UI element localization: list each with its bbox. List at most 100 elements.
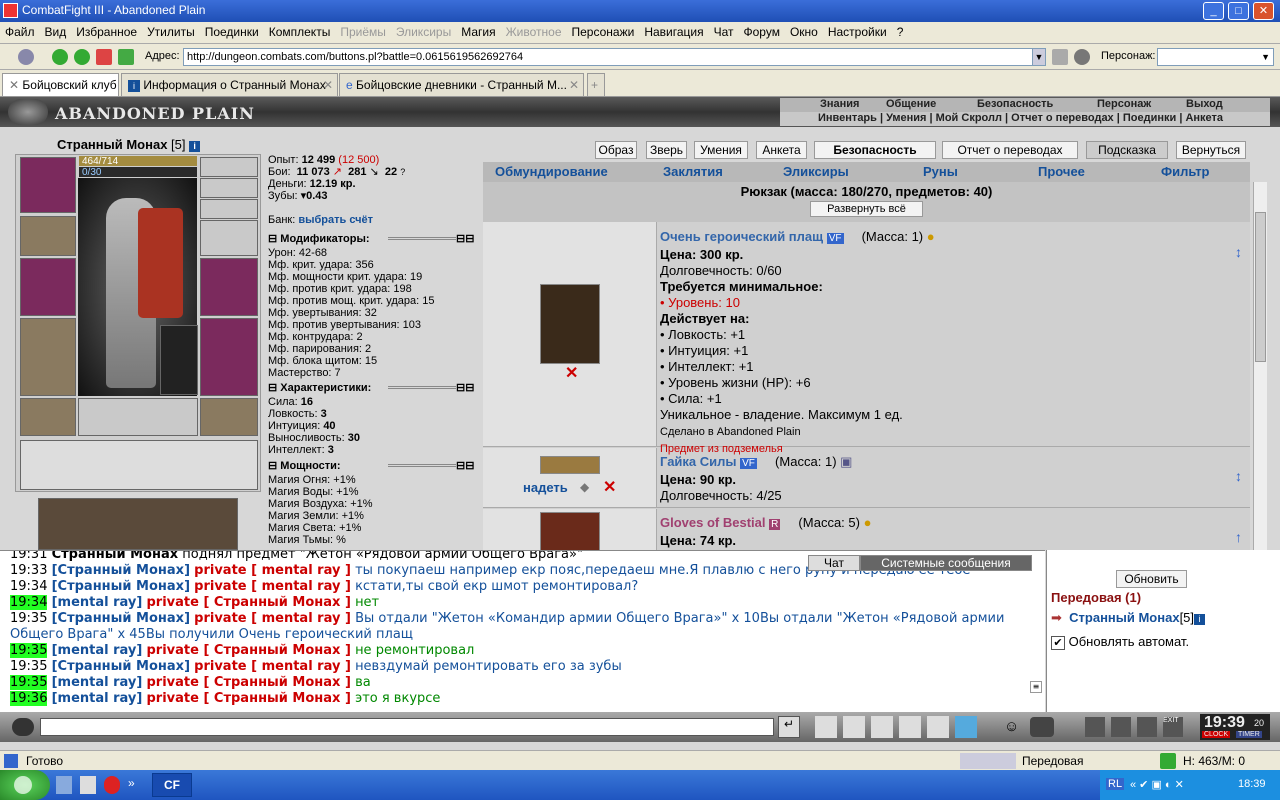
people-icon[interactable] <box>1111 717 1131 737</box>
maximize-button[interactable]: □ <box>1228 2 1249 20</box>
tab-spells[interactable]: Заклятия <box>663 164 723 179</box>
send-icon[interactable]: ↵ <box>778 716 800 738</box>
online-user-name[interactable]: Странный Монах <box>1069 610 1179 625</box>
collapse-icon[interactable]: ⊟ <box>268 382 277 394</box>
auto-refresh-checkbox[interactable]: ✔ <box>1051 636 1065 650</box>
scroll-arrows-icon[interactable]: ↕ <box>1235 468 1242 484</box>
slot-earrings[interactable] <box>20 157 76 213</box>
menu-item[interactable]: Вид <box>40 22 72 42</box>
scroll-arrows-icon[interactable]: ↕ <box>1235 244 1242 260</box>
chat-author[interactable]: [Странный Монах] <box>52 611 190 626</box>
pet-owl[interactable] <box>160 325 198 395</box>
spell-scrolls[interactable] <box>20 440 258 490</box>
chat-private-target[interactable]: private [ mental ray ] <box>194 579 351 594</box>
section-arrows-icon[interactable]: ⊟⊟ <box>456 381 474 394</box>
slot-amulet[interactable] <box>20 216 76 256</box>
translit-icon[interactable] <box>927 716 949 738</box>
item-name[interactable]: Gloves of Bestial <box>660 515 765 530</box>
chat-private-target[interactable]: private [ mental ray ] <box>194 563 351 578</box>
menu-item[interactable]: Форум <box>739 22 785 42</box>
security-button[interactable]: Безопасность <box>814 141 936 159</box>
modifiers-header[interactable]: ⊟ Модификаторы: ⊟⊟ <box>268 232 478 245</box>
slot-shield[interactable] <box>200 258 258 316</box>
drop-icon[interactable]: ✕ <box>565 363 578 383</box>
tab-close-icon[interactable]: ✕ <box>569 78 579 92</box>
chat-author[interactable]: [mental ray] <box>52 595 143 610</box>
bank-select-link[interactable]: выбрать счёт <box>298 214 373 226</box>
clear-icon[interactable] <box>1052 49 1068 65</box>
exit-icon[interactable]: EXIT <box>1163 717 1183 737</box>
tab-other[interactable]: Прочее <box>1038 164 1085 179</box>
transfer-report-button[interactable]: Отчет о переводах <box>942 141 1078 159</box>
menu-item[interactable]: Окно <box>785 22 823 42</box>
collapse-icon[interactable]: ⊟ <box>268 233 277 245</box>
chat-input[interactable] <box>40 718 774 736</box>
section-arrows-icon[interactable]: ⊟⊟ <box>456 459 474 472</box>
belt-image[interactable] <box>540 456 600 474</box>
ie-icon[interactable] <box>56 776 72 794</box>
lock-icon[interactable] <box>1137 717 1157 737</box>
menu-item[interactable]: Утилиты <box>142 22 200 42</box>
slot-gloves[interactable] <box>200 220 258 256</box>
beast-button[interactable]: Зверь <box>646 141 687 159</box>
tab-equipment[interactable]: Обмундирование <box>495 164 608 179</box>
abilities-panel[interactable] <box>38 498 238 550</box>
chat-private-target[interactable]: private [ Странный Монах ] <box>146 643 350 658</box>
tray-icons[interactable]: « ✔ ▣ ◐ ✕ <box>1130 778 1184 791</box>
slot-belt[interactable] <box>20 398 76 436</box>
new-tab-button[interactable]: + <box>587 73 605 96</box>
minimize-button[interactable]: _ <box>1203 2 1224 20</box>
image-button[interactable]: Образ <box>595 141 637 159</box>
slot-runes[interactable] <box>78 398 198 436</box>
save-icon[interactable] <box>871 716 893 738</box>
expand-all-button[interactable]: Развернуть всё <box>810 201 923 217</box>
chat-author[interactable]: [Странный Монах] <box>52 563 190 578</box>
profile-button[interactable]: Анкета <box>756 141 807 159</box>
tab-close-icon[interactable]: ✕ <box>323 78 333 92</box>
private-arrow-icon[interactable]: ➡ <box>1051 610 1062 625</box>
menu-item[interactable]: Поединки <box>200 22 264 42</box>
chat-private-target[interactable]: private [ Странный Монах ] <box>146 675 350 690</box>
gloves-image[interactable] <box>540 512 600 550</box>
back-icon[interactable] <box>52 49 68 65</box>
stop-icon[interactable] <box>96 49 112 65</box>
filter-icon[interactable] <box>843 716 865 738</box>
drop-icon[interactable]: ✕ <box>603 477 616 497</box>
menu-item[interactable]: Приёмы <box>335 22 391 42</box>
chat-author[interactable]: [mental ray] <box>52 675 143 690</box>
forward-icon[interactable] <box>74 49 90 65</box>
slot-armor[interactable] <box>20 318 76 396</box>
refresh-icon[interactable] <box>1160 753 1176 769</box>
slot-leggings[interactable] <box>200 318 258 396</box>
info-icon[interactable]: i <box>1194 614 1206 625</box>
taskbar-app-button[interactable]: CF <box>152 773 192 797</box>
nav-knowledge[interactable]: Знания <box>820 98 859 110</box>
menu-item[interactable]: ? <box>892 22 909 42</box>
tab-system-messages[interactable]: Системные сообщения <box>860 555 1032 571</box>
nav-communication[interactable]: Общение <box>886 98 936 110</box>
section-arrows-icon[interactable]: ⊟⊟ <box>456 232 474 245</box>
tab-elixirs[interactable]: Эликсиры <box>783 164 849 179</box>
chat-scroll-icon[interactable]: ≡ <box>1030 681 1042 693</box>
persona-select[interactable]: ▼ <box>1157 48 1274 66</box>
slot-bracers[interactable] <box>200 178 258 198</box>
chat-author[interactable]: [mental ray] <box>52 691 143 706</box>
tab-chat[interactable]: Чат <box>808 555 860 571</box>
slot-weapon[interactable] <box>20 258 76 316</box>
chat-private-target[interactable]: private [ Странный Монах ] <box>146 691 350 706</box>
item-name[interactable]: Очень героический плащ <box>660 229 823 244</box>
characteristics-header[interactable]: ⊟ Характеристики: ⊟⊟ <box>268 381 478 394</box>
scroll-arrows-icon[interactable]: ↑ <box>1235 529 1242 545</box>
eraser-icon[interactable] <box>815 716 837 738</box>
mask-icon[interactable] <box>1030 717 1054 737</box>
hint-button[interactable]: Подсказка <box>1086 141 1168 159</box>
info-icon[interactable]: i <box>189 141 201 152</box>
users-icon[interactable] <box>1074 49 1090 65</box>
menu-item[interactable]: Настройки <box>823 22 892 42</box>
tab-fight-club[interactable]: ✕ Бойцовский клуб <box>2 73 119 96</box>
menu-item[interactable]: Персонажи <box>567 22 640 42</box>
skills-button[interactable]: Умения <box>694 141 748 159</box>
cloak-image[interactable] <box>540 284 600 364</box>
menu-item[interactable]: Магия <box>456 22 500 42</box>
slot-boots[interactable] <box>200 398 258 436</box>
